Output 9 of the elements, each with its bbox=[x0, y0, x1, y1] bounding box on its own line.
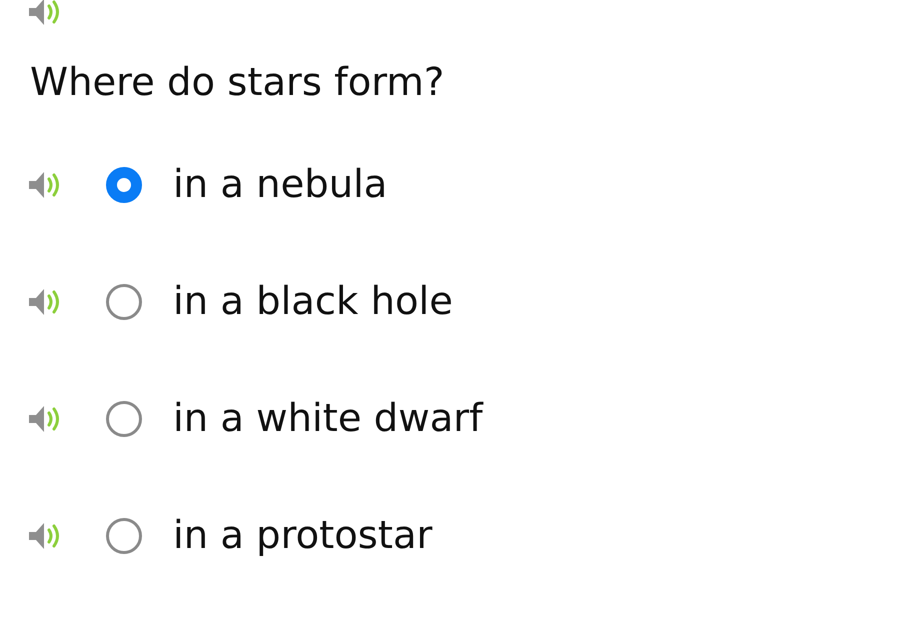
option-label[interactable]: in a black hole bbox=[173, 279, 453, 325]
option-label[interactable]: in a nebula bbox=[173, 162, 388, 208]
option-label[interactable]: in a protostar bbox=[173, 513, 432, 559]
radio-button[interactable] bbox=[106, 167, 142, 203]
radio-button[interactable] bbox=[106, 518, 142, 554]
option-label[interactable]: in a white dwarf bbox=[173, 396, 483, 442]
question-text: Where do stars form? bbox=[29, 60, 444, 106]
radio-button[interactable] bbox=[106, 284, 142, 320]
radio-button[interactable] bbox=[106, 401, 142, 437]
